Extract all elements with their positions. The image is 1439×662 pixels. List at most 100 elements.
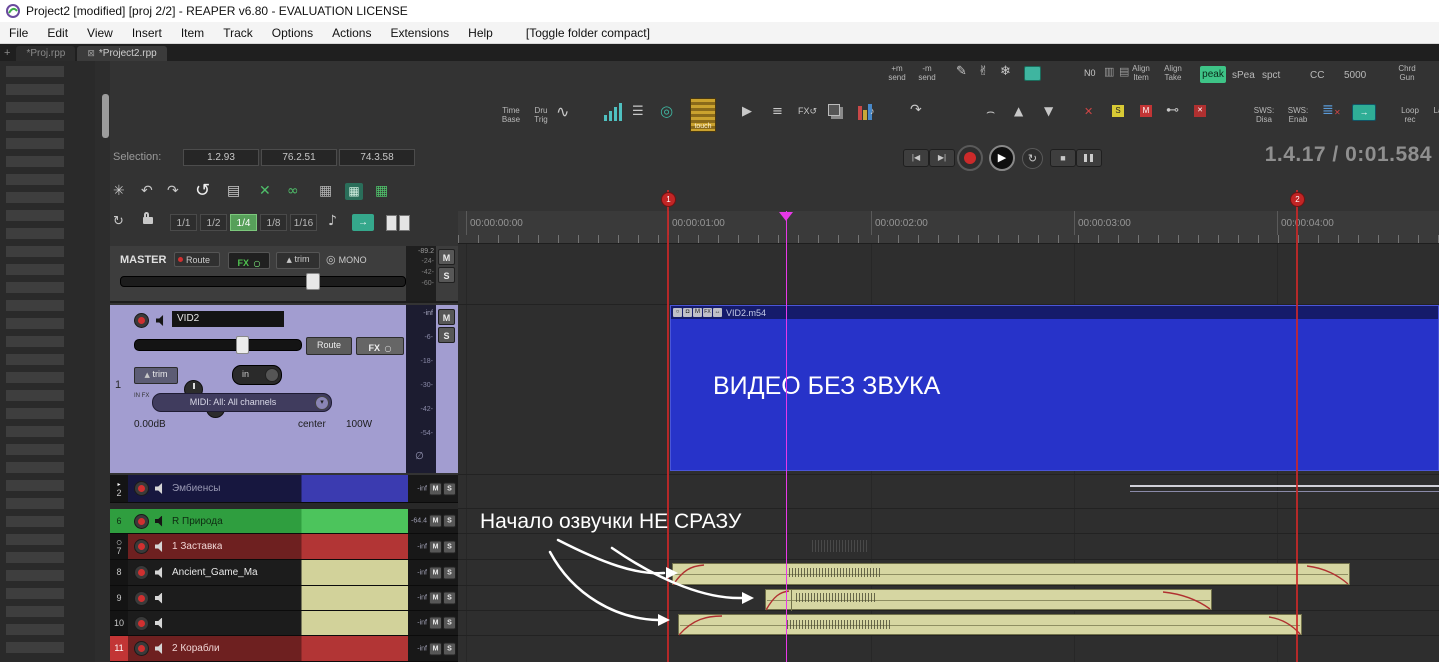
remove-point-icon[interactable]: ✕	[1084, 105, 1093, 118]
speaker-icon[interactable]	[155, 617, 163, 629]
volume-handle[interactable]	[236, 336, 249, 354]
pencil-icon[interactable]: ✎	[956, 64, 967, 79]
dropdown-icon[interactable]: ▾	[315, 396, 329, 410]
speaker-icon[interactable]	[155, 541, 163, 552]
input-fx-label[interactable]: IN FX	[134, 393, 150, 400]
midi-input-selector[interactable]: MIDI: All: All channels ▾	[152, 393, 332, 412]
mute-button[interactable]: M	[429, 642, 442, 655]
fade-out-curve[interactable]	[1163, 590, 1211, 611]
track-panel-vid2[interactable]: 1 VID2 Route FX ○ ▲ trim in IN FX MIDI: …	[110, 305, 458, 473]
track-color-panel[interactable]	[128, 611, 408, 635]
ruler-tick-strip[interactable]	[458, 235, 1439, 244]
menu-edit[interactable]: Edit	[47, 26, 68, 40]
speaker-icon[interactable]	[156, 315, 164, 326]
track-name[interactable]: R Природа	[172, 516, 223, 527]
track-row-11[interactable]: 11 2 Корабли -inf M S	[110, 636, 458, 662]
item-power-icon[interactable]: ○	[673, 308, 682, 317]
track-color-panel[interactable]: Эмбиенсы	[128, 475, 408, 502]
speaker-icon[interactable]	[155, 567, 163, 578]
velocity-5000-button[interactable]: 5000	[1344, 70, 1366, 81]
master-fx-button[interactable]: FX ○	[228, 252, 270, 269]
track-number-cell[interactable]: 10	[110, 611, 128, 635]
marker-line-2[interactable]	[1296, 190, 1298, 662]
route-button[interactable]: Route	[306, 337, 352, 355]
solo-button[interactable]: S	[443, 566, 456, 579]
audio-item-track9[interactable]	[765, 589, 1212, 611]
track-name[interactable]: Ancient_Game_Ma	[172, 567, 258, 578]
menu-item[interactable]: Item	[181, 26, 204, 40]
mute-badge-icon[interactable]: M	[1140, 105, 1152, 117]
drum-trigger-button[interactable]: Dru Trig	[528, 106, 554, 124]
document-icon[interactable]: ≣	[1322, 102, 1334, 118]
new-tab-button[interactable]: +	[4, 47, 10, 59]
track-name[interactable]: Эмбиенсы	[172, 483, 220, 494]
mute-button[interactable]: M	[429, 566, 442, 579]
spea-display-button[interactable]: sPea	[1232, 70, 1255, 81]
track-name[interactable]: 1 Заставка	[172, 541, 222, 552]
fade-in-curve[interactable]	[673, 564, 705, 586]
master-volume-handle[interactable]	[306, 273, 320, 290]
track-number-cell[interactable]: 11	[110, 636, 128, 661]
solo-button[interactable]: S	[443, 540, 456, 553]
solo-button[interactable]: S	[443, 482, 456, 495]
project-tab-active[interactable]: ⊠ *Project2.rpp	[77, 46, 167, 61]
marker-flag-1[interactable]: 1	[661, 192, 676, 207]
vertical-scrollbar[interactable]	[102, 94, 109, 138]
record-arm-button[interactable]	[134, 641, 149, 656]
transport-time-display[interactable]: 1.4.17 / 0:01.584	[1140, 143, 1432, 167]
remove-fx-icon[interactable]: ✕	[1194, 105, 1206, 117]
fade-out-curve[interactable]	[1307, 564, 1349, 586]
audio-item-track10[interactable]	[678, 614, 1302, 636]
lane-button[interactable]	[399, 215, 410, 231]
repeat-button[interactable]: ↻	[1022, 148, 1043, 169]
menu-toggle-folder-compact[interactable]: [Toggle folder compact]	[526, 26, 650, 40]
go-to-end-button[interactable]: ▶|	[929, 149, 955, 167]
track-row-10[interactable]: 10 -inf M S	[110, 611, 458, 636]
track-row-2[interactable]: ▸ 2 Эмбиенсы -inf M S	[110, 475, 458, 503]
snap-grid-icon[interactable]: ▦	[345, 183, 363, 200]
curve-icon[interactable]: ⌢	[986, 104, 995, 120]
record-button[interactable]	[957, 145, 983, 171]
fade-in-curve[interactable]	[679, 615, 723, 636]
track-row-8[interactable]: 8 Ancient_Game_Ma -inf M S	[110, 560, 458, 586]
sws-disable-button[interactable]: SWS: Disa	[1248, 106, 1280, 124]
master-trim-button[interactable]: ▲ trim	[276, 252, 320, 269]
record-arm-button[interactable]	[134, 513, 149, 529]
speaker-icon[interactable]	[155, 643, 163, 654]
ripple-link-icon[interactable]: ∞	[287, 183, 299, 199]
grid-1-16-button[interactable]: 1/16	[290, 214, 317, 231]
track-color-panel[interactable]: 1 Заставка	[128, 534, 408, 559]
record-arm-button[interactable]	[134, 481, 149, 496]
spct-display-button[interactable]: spct	[1262, 70, 1280, 81]
mixer-strips[interactable]	[6, 66, 64, 656]
loop-record-button[interactable]: Loop rec	[1396, 106, 1424, 124]
clipped-button[interactable]: La	[1428, 106, 1439, 115]
record-arm-button[interactable]	[134, 539, 149, 554]
mute-button[interactable]: M	[429, 514, 442, 528]
menu-insert[interactable]: Insert	[132, 26, 162, 40]
hand-icon[interactable]: ✌	[978, 64, 989, 79]
menu-help[interactable]: Help	[468, 26, 493, 40]
menu-options[interactable]: Options	[272, 26, 313, 40]
sws-enable-button[interactable]: SWS: Enab	[1282, 106, 1314, 124]
track-color-panel[interactable]: 2 Корабли	[128, 636, 408, 661]
empty-item-line[interactable]	[1130, 485, 1439, 487]
playhead-handle[interactable]	[779, 212, 793, 221]
peak-display-button[interactable]: peak	[1200, 66, 1226, 83]
menu-actions[interactable]: Actions	[332, 26, 371, 40]
item-fx-icon[interactable]: FX	[703, 308, 712, 317]
solo-button[interactable]: S	[438, 327, 455, 343]
undo-icon[interactable]: ↶	[141, 183, 153, 199]
item-lock-icon[interactable]: ◘	[683, 308, 692, 317]
eq-bars-icon[interactable]	[604, 103, 622, 121]
chord-gun-button[interactable]: Chrd Gun	[1392, 64, 1422, 82]
list-view-icon[interactable]: ☰	[632, 104, 644, 119]
mute-button[interactable]: M	[429, 616, 442, 630]
nudge-down-icon[interactable]: ▼	[1044, 104, 1053, 118]
time-base-button[interactable]: Time Base	[496, 106, 526, 124]
ring-icon[interactable]: ◎	[660, 102, 673, 120]
menu-extensions[interactable]: Extensions	[390, 26, 449, 40]
menu-view[interactable]: View	[87, 26, 113, 40]
empty-item-line[interactable]	[1130, 491, 1439, 492]
undo-history-icon[interactable]: ↺	[195, 180, 210, 201]
